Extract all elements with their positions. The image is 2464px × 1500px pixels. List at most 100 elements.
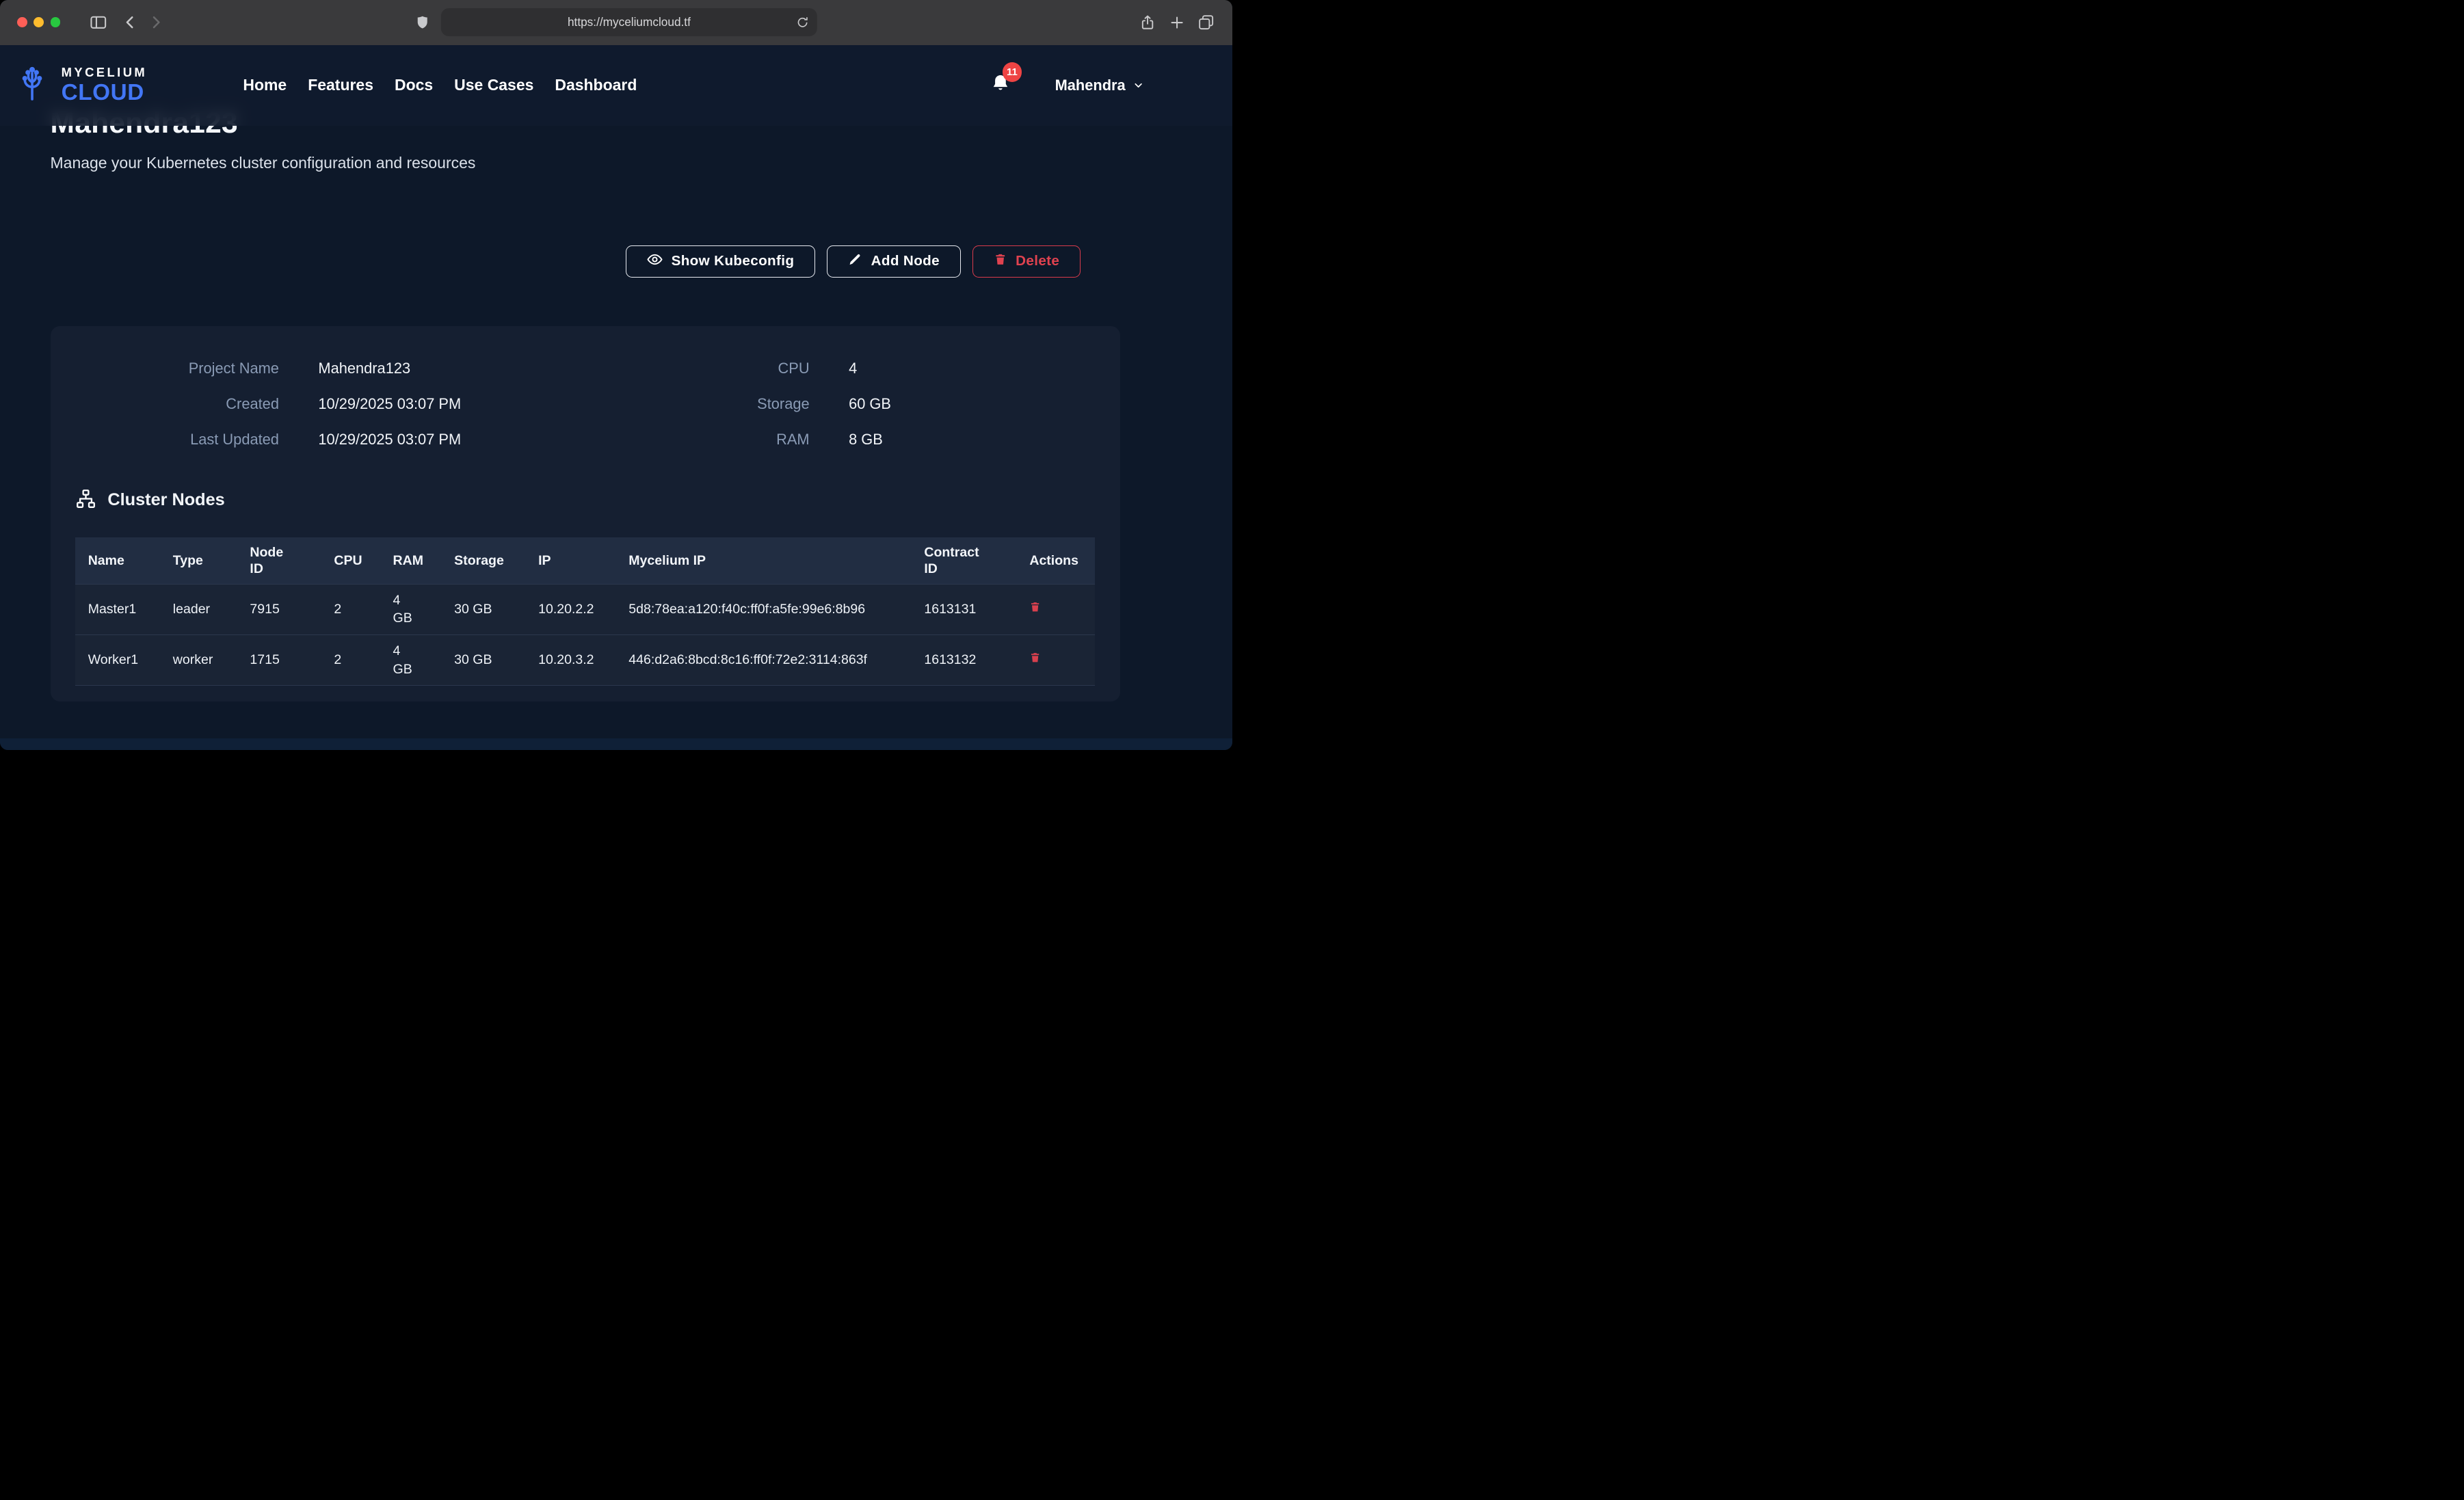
cell-cpu: 2 bbox=[321, 634, 380, 685]
toolbar-right-icons bbox=[1139, 13, 1215, 32]
last-updated-value: 10/29/2025 03:07 PM bbox=[318, 430, 578, 449]
notifications-button[interactable]: 11 bbox=[990, 72, 1011, 98]
cell-type: leader bbox=[160, 584, 237, 634]
notification-badge: 11 bbox=[1003, 62, 1022, 82]
cluster-details-card: Project Name Mahendra123 CPU 4 Created 1… bbox=[51, 326, 1120, 701]
sidebar-toggle-icon[interactable] bbox=[89, 13, 108, 32]
column-header-type: Type bbox=[160, 537, 237, 584]
cell-ram: 4 GB bbox=[380, 584, 442, 634]
cell-ip: 10.20.3.2 bbox=[526, 634, 616, 685]
trash-icon bbox=[994, 252, 1007, 271]
cell-name: Worker1 bbox=[75, 634, 160, 685]
trash-icon bbox=[1029, 600, 1041, 614]
logo[interactable]: MYCELIUM CLOUD bbox=[11, 64, 147, 106]
nav-item-features[interactable]: Features bbox=[308, 76, 373, 94]
ram-label: RAM bbox=[618, 430, 809, 449]
eye-icon bbox=[647, 252, 663, 271]
column-header-storage: Storage bbox=[442, 537, 526, 584]
reload-icon[interactable] bbox=[796, 16, 810, 29]
cluster-nodes-table: Name Type Node ID CPU RAM Storage IP Myc… bbox=[75, 537, 1095, 686]
trash-icon bbox=[1029, 651, 1041, 665]
storage-label: Storage bbox=[618, 394, 809, 414]
forward-icon[interactable] bbox=[147, 14, 164, 31]
add-node-button[interactable]: Add Node bbox=[827, 245, 960, 278]
browser-window: https://myceliumcloud.tf Mahendra123 Man… bbox=[0, 0, 1232, 750]
close-window-button[interactable] bbox=[17, 17, 27, 27]
show-kubeconfig-button[interactable]: Show Kubeconfig bbox=[626, 245, 815, 278]
cell-actions bbox=[1017, 634, 1095, 685]
project-name-value: Mahendra123 bbox=[318, 359, 578, 378]
column-header-cpu: CPU bbox=[321, 537, 380, 584]
cell-cpu: 2 bbox=[321, 584, 380, 634]
browser-toolbar: https://myceliumcloud.tf bbox=[0, 0, 1232, 45]
logo-line-mycelium: MYCELIUM bbox=[62, 66, 148, 79]
tab-overview-icon[interactable] bbox=[1197, 14, 1215, 31]
main-content: Mahendra123 Manage your Kubernetes clust… bbox=[0, 45, 1232, 702]
cell-contract-id: 1613132 bbox=[912, 634, 1017, 685]
nav-item-use-cases[interactable]: Use Cases bbox=[454, 76, 533, 94]
storage-value: 60 GB bbox=[849, 394, 1095, 414]
cell-storage: 30 GB bbox=[442, 584, 526, 634]
cluster-nodes-icon bbox=[75, 488, 96, 513]
table-header-row: Name Type Node ID CPU RAM Storage IP Myc… bbox=[75, 537, 1095, 584]
delete-node-button[interactable] bbox=[1029, 651, 1041, 665]
cluster-actions-row: Show Kubeconfig Add Node Delete bbox=[51, 245, 1081, 278]
cell-node-id: 7915 bbox=[237, 584, 321, 634]
url-text: https://myceliumcloud.tf bbox=[568, 15, 691, 29]
created-value: 10/29/2025 03:07 PM bbox=[318, 394, 578, 414]
add-node-label: Add Node bbox=[871, 253, 940, 269]
cell-storage: 30 GB bbox=[442, 634, 526, 685]
user-menu[interactable]: Mahendra bbox=[1055, 77, 1145, 94]
navbar-right: 11 Mahendra bbox=[990, 72, 1144, 98]
cell-actions bbox=[1017, 584, 1095, 634]
cell-mycelium-ip: 5d8:78ea:a120:f40c:ff0f:a5fe:99e6:8b96 bbox=[616, 584, 912, 634]
table-row-worker1: Worker1 worker 1715 2 4 GB 30 GB 10.20.3… bbox=[75, 634, 1095, 685]
address-bar-group: https://myceliumcloud.tf bbox=[415, 8, 817, 36]
show-kubeconfig-label: Show Kubeconfig bbox=[672, 253, 795, 269]
cpu-label: CPU bbox=[618, 359, 809, 378]
page-subtitle: Manage your Kubernetes cluster configura… bbox=[51, 154, 1232, 173]
window-controls bbox=[17, 17, 60, 27]
user-name: Mahendra bbox=[1055, 77, 1126, 94]
site-navbar: MYCELIUM CLOUD Home Features Docs Use Ca… bbox=[0, 45, 1232, 126]
cell-node-id: 1715 bbox=[237, 634, 321, 685]
cell-ip: 10.20.2.2 bbox=[526, 584, 616, 634]
logo-line-cloud: CLOUD bbox=[62, 81, 148, 104]
footer-strip bbox=[0, 738, 1232, 750]
cluster-nodes-header: Cluster Nodes bbox=[75, 488, 1095, 513]
column-header-actions: Actions bbox=[1017, 537, 1095, 584]
cluster-nodes-title: Cluster Nodes bbox=[107, 490, 224, 510]
last-updated-label: Last Updated bbox=[75, 430, 279, 449]
pencil-icon bbox=[848, 252, 862, 271]
cell-type: worker bbox=[160, 634, 237, 685]
page-viewport: Mahendra123 Manage your Kubernetes clust… bbox=[0, 45, 1232, 751]
column-header-contract-id: Contract ID bbox=[912, 537, 1017, 584]
share-icon[interactable] bbox=[1139, 13, 1156, 32]
logo-text: MYCELIUM CLOUD bbox=[62, 66, 148, 104]
minimize-window-button[interactable] bbox=[34, 17, 44, 27]
delete-node-button[interactable] bbox=[1029, 600, 1041, 614]
cell-ram: 4 GB bbox=[380, 634, 442, 685]
delete-cluster-button[interactable]: Delete bbox=[972, 245, 1081, 278]
back-icon[interactable] bbox=[122, 14, 139, 31]
column-header-node-id: Node ID bbox=[237, 537, 321, 584]
nav-item-docs[interactable]: Docs bbox=[395, 76, 433, 94]
delete-label: Delete bbox=[1016, 253, 1059, 269]
cluster-info-grid: Project Name Mahendra123 CPU 4 Created 1… bbox=[75, 359, 1095, 448]
cell-mycelium-ip: 446:d2a6:8bcd:8c16:ff0f:72e2:3114:863f bbox=[616, 634, 912, 685]
privacy-shield-icon[interactable] bbox=[415, 14, 430, 31]
ram-value: 8 GB bbox=[849, 430, 1095, 449]
nav-item-dashboard[interactable]: Dashboard bbox=[555, 76, 637, 94]
address-bar[interactable]: https://myceliumcloud.tf bbox=[441, 8, 817, 36]
table-row-master1: Master1 leader 7915 2 4 GB 30 GB 10.20.2… bbox=[75, 584, 1095, 634]
column-header-ip: IP bbox=[526, 537, 616, 584]
column-header-ram: RAM bbox=[380, 537, 442, 584]
cell-contract-id: 1613131 bbox=[912, 584, 1017, 634]
fullscreen-window-button[interactable] bbox=[51, 17, 61, 27]
nav-item-home[interactable]: Home bbox=[243, 76, 287, 94]
new-tab-icon[interactable] bbox=[1169, 14, 1185, 31]
column-header-name: Name bbox=[75, 537, 160, 584]
cpu-value: 4 bbox=[849, 359, 1095, 378]
cell-name: Master1 bbox=[75, 584, 160, 634]
column-header-mycelium-ip: Mycelium IP bbox=[616, 537, 912, 584]
